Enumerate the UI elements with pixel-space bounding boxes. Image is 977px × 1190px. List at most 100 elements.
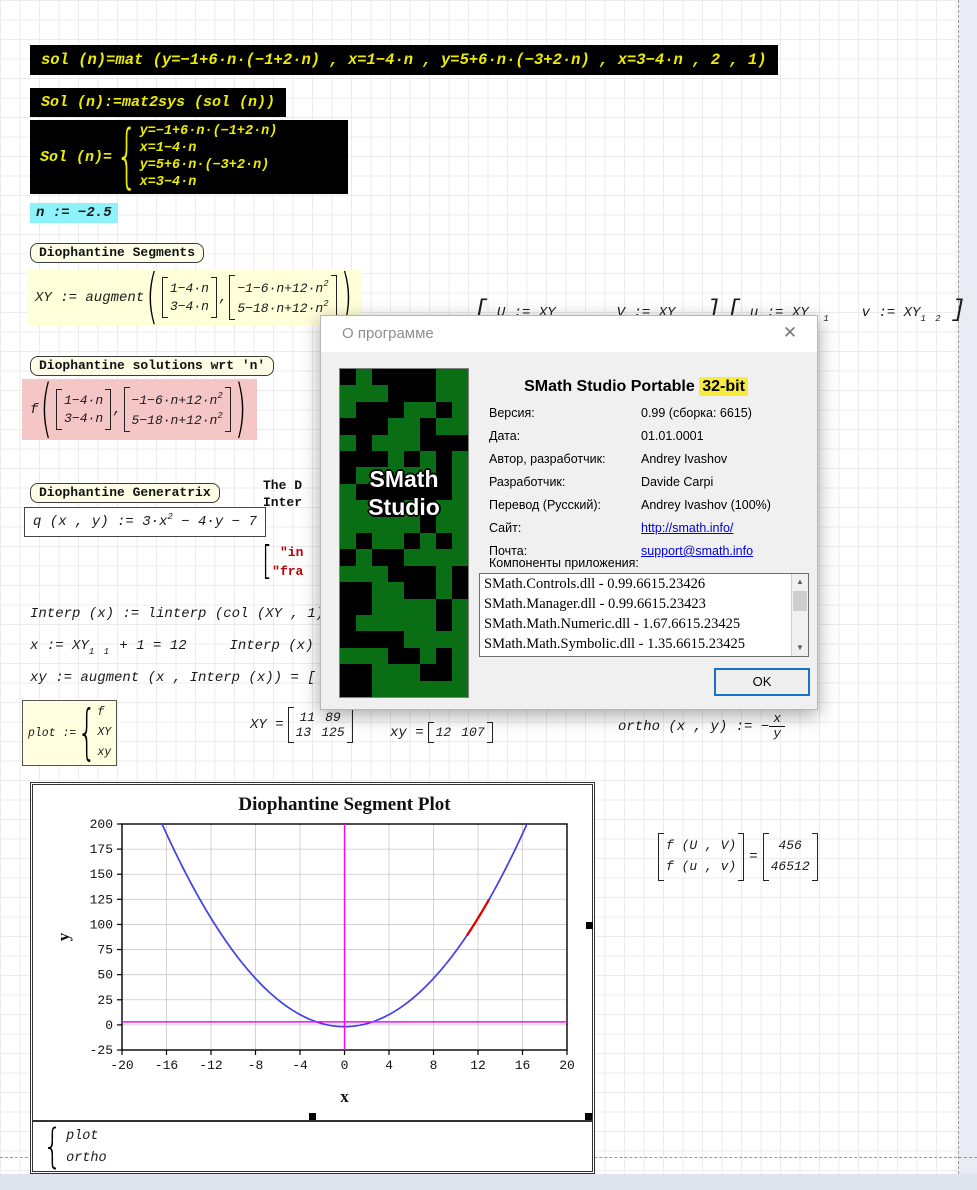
version-value: 0.99 (сборка: 6615) — [641, 406, 752, 420]
date-value: 01.01.0001 — [641, 429, 704, 443]
q-generatrix-definition[interactable]: q (x , y) := 3·x2 − 4·y − 7 — [24, 507, 266, 537]
string-cell: "fra — [272, 562, 303, 581]
about-dialog: О программе ✕ SMathStudio SMath Studio P… — [320, 315, 818, 710]
matrix-cell: 5−18·n+12·n — [237, 301, 323, 316]
subscript: 1 1 — [89, 647, 111, 657]
component-item[interactable]: SMath.Controls.dll - 0.99.6615.23426 — [480, 574, 808, 594]
plot-inputs-section[interactable]: { plot ortho — [33, 1120, 592, 1171]
svg-text:100: 100 — [90, 917, 113, 932]
matrix-xn: 1−4·n 3−4·n — [56, 389, 111, 430]
date-label: Дата: — [489, 429, 520, 443]
plot-item: f — [97, 703, 111, 723]
plot-brace: { — [77, 698, 96, 768]
q-rest: − 4·y − 7 — [173, 514, 257, 530]
plot-resize-handle-right[interactable] — [586, 922, 593, 929]
x-assignment[interactable]: x := XY1 1 + 1 = 12 Interp (x) = — [30, 638, 330, 657]
note-text[interactable]: The DInter — [263, 477, 302, 511]
sol-definition-bar[interactable]: sol (n)=mat (y=−1+6·n·(−1+2·n) , x=1−4·n… — [30, 45, 778, 75]
svg-text:-4: -4 — [292, 1058, 308, 1073]
superscript: 2 — [323, 279, 328, 289]
ok-button[interactable]: OK — [714, 668, 810, 696]
developer-value: Davide Carpi — [641, 475, 713, 489]
email-link[interactable]: support@smath.info — [641, 544, 753, 558]
string-cell: "in — [280, 543, 303, 562]
listbox-scrollbar[interactable]: ▲ ▼ — [791, 574, 808, 656]
components-listbox[interactable]: SMath.Controls.dll - 0.99.6615.23426 SMa… — [479, 573, 809, 657]
svg-text:-25: -25 — [90, 1043, 113, 1058]
svg-text:25: 25 — [97, 993, 113, 1008]
open-paren: ( — [40, 373, 52, 447]
system-brace: { — [116, 116, 138, 198]
open-bracket: [ — [262, 540, 272, 585]
logo-pattern — [340, 369, 468, 697]
sol-system-result[interactable]: Sol (n)= { y=−1+6·n·(−1+2·n) x=1−4·n y=5… — [30, 120, 348, 194]
close-paren: ) — [235, 373, 247, 447]
label-diophantine-segments[interactable]: Diophantine Segments — [30, 243, 204, 263]
string-matrix[interactable]: [ "in "fra — [262, 543, 303, 581]
plot-input-item: plot — [66, 1126, 107, 1148]
svg-text:125: 125 — [90, 892, 113, 907]
close-bracket: ] — [951, 297, 965, 324]
dialog-titlebar[interactable]: О программе ✕ — [321, 316, 817, 352]
subscript: 1 2 — [920, 314, 942, 324]
plot-resize-handle-bottom-center[interactable] — [309, 1113, 316, 1120]
svg-text:175: 175 — [90, 842, 113, 857]
svg-text:200: 200 — [90, 817, 113, 832]
bitness-highlight: 32-bit — [699, 377, 748, 396]
scroll-down-icon[interactable]: ▼ — [792, 640, 808, 656]
label-diophantine-generatrix[interactable]: Diophantine Generatrix — [30, 483, 220, 503]
plot-lhs: plot := — [28, 727, 76, 740]
ortho-definition[interactable]: ortho (x , y) := − x y — [618, 712, 785, 742]
version-label: Версия: — [489, 406, 535, 420]
mat2sys-definition-bar[interactable]: Sol (n):=mat2sys (sol (n)) — [30, 88, 286, 117]
translation-label: Перевод (Русский): — [489, 498, 601, 512]
xy-matrix-result[interactable]: XY = 1189 13125 — [250, 707, 355, 743]
xy-augment-expression[interactable]: XY := augment ( 1−4·n 3−4·n , −1−6·n+12·… — [27, 270, 362, 325]
plot-definition-box[interactable]: plot := { f XY xy — [22, 700, 117, 766]
svg-text:12: 12 — [470, 1058, 486, 1073]
xy-vector-lhs: xy = — [390, 725, 424, 741]
fraction-denominator: y — [769, 726, 785, 741]
plot-item: xy — [97, 743, 111, 763]
xy-matrix-lhs: XY = — [250, 717, 284, 733]
fuv-evaluation[interactable]: f (U , V) f (u , v) = 456 46512 — [656, 833, 820, 881]
page-right-margin — [958, 0, 977, 1174]
svg-text:16: 16 — [515, 1058, 531, 1073]
fraction-numerator: x — [769, 712, 785, 726]
component-item[interactable]: SMath.Math.Symbolic.dll - 1.35.6615.2342… — [480, 634, 808, 654]
plot-item: XY — [97, 723, 111, 743]
matrix-cell: 1−4·n — [170, 280, 209, 298]
matrix-cell: 3−4·n — [170, 298, 209, 316]
svg-text:150: 150 — [90, 867, 113, 882]
inputs-brace: { — [43, 1120, 62, 1174]
scroll-up-icon[interactable]: ▲ — [792, 574, 808, 590]
scroll-thumb[interactable] — [793, 591, 807, 611]
interp-definition[interactable]: Interp (x) := linterp (col (XY , 1) — [30, 606, 324, 622]
component-item[interactable]: SMath.Math.Numeric.dll - 1.67.6615.23425 — [480, 614, 808, 634]
matrix-xn: 1−4·n 3−4·n — [162, 277, 217, 318]
f-solutions-expression[interactable]: f ( 1−4·n 3−4·n , −1−6·n+12·n2 5−18·n+12… — [22, 379, 257, 440]
xy-vector-result[interactable]: xy = 12107 — [390, 722, 495, 743]
n-assignment[interactable]: n := −2.5 — [30, 203, 118, 223]
dialog-title: О программе — [342, 325, 434, 342]
smath-worksheet: sol (n)=mat (y=−1+6·n·(−1+2·n) , x=1−4·n… — [0, 0, 977, 1190]
components-label: Компоненты приложения: — [489, 556, 639, 570]
app-title: SMath Studio Portable 32-bit — [471, 378, 801, 396]
interp-evaluation: Interp (x) = — [229, 638, 330, 654]
plot-resize-handle-bottom-right[interactable] — [585, 1113, 592, 1120]
matrix-cell: −1−6·n+12·n — [237, 281, 323, 296]
xy-assignment[interactable]: xy := augment (x , Interp (x)) = [ 1 — [30, 670, 332, 686]
svg-text:-12: -12 — [199, 1058, 222, 1073]
close-icon[interactable]: ✕ — [777, 323, 803, 347]
svg-text:75: 75 — [97, 943, 113, 958]
component-item[interactable]: SMath.Manager.dll - 0.99.6615.23423 — [480, 594, 808, 614]
logo-text: SMathStudio — [340, 465, 468, 521]
xy-augment-lhs: XY := augment — [35, 290, 144, 306]
svg-text:Diophantine Segment Plot: Diophantine Segment Plot — [238, 794, 451, 815]
svg-text:x: x — [340, 1087, 349, 1106]
matrix-yn: −1−6·n+12·n2 5−18·n+12·n2 — [229, 275, 336, 320]
svg-text:0: 0 — [341, 1058, 349, 1073]
system-lhs: Sol (n)= — [40, 149, 112, 166]
svg-text:-16: -16 — [155, 1058, 178, 1073]
site-link[interactable]: http://smath.info/ — [641, 521, 733, 535]
